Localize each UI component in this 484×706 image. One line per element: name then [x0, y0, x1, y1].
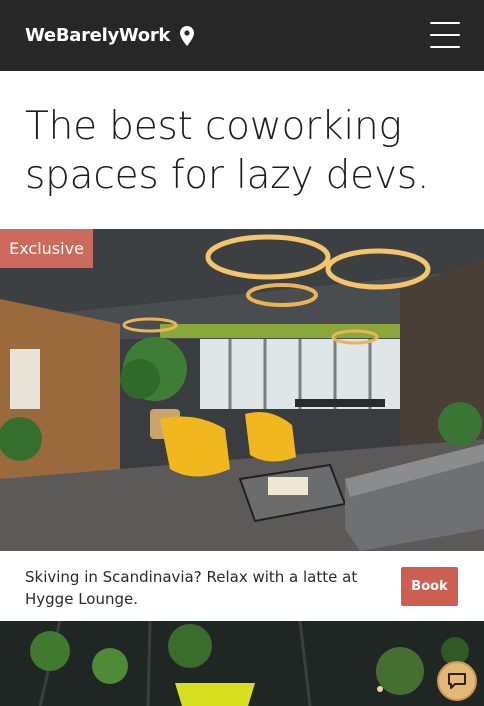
listing-description: Skiving in Scandinavia? Relax with a lat… [25, 568, 358, 608]
menu-line [430, 22, 460, 24]
brand-link[interactable]: WeBarelyWork [25, 0, 195, 71]
navbar: WeBarelyWork [0, 0, 484, 71]
exclusive-badge: Exclusive [0, 229, 93, 268]
hamburger-menu-icon[interactable] [430, 22, 460, 48]
chat-bubble-icon[interactable] [437, 661, 477, 701]
page-title: The best coworking spaces for lazy devs. [25, 104, 430, 198]
book-button[interactable]: Book [401, 567, 458, 606]
menu-line [430, 34, 460, 36]
listing-photo-lounge[interactable] [0, 229, 484, 551]
menu-line [430, 46, 460, 48]
brand-name: WeBarelyWork [25, 25, 171, 46]
map-pin-icon [180, 25, 195, 46]
listing-photo-plants[interactable] [0, 621, 484, 706]
